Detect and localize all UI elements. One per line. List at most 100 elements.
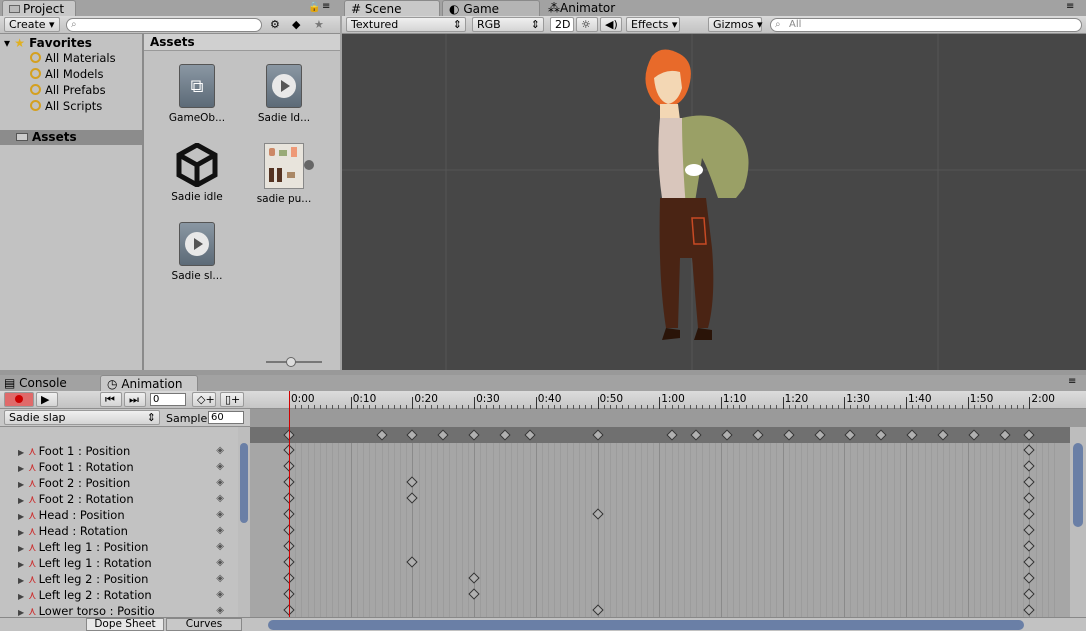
add-key-icon[interactable]: ◈ — [216, 587, 224, 603]
summary-keyframe[interactable] — [937, 429, 949, 441]
add-key-icon[interactable]: ◈ — [216, 555, 224, 571]
property-row[interactable]: ▶ ⋏ Left leg 1 : Position ◈ — [0, 539, 234, 555]
property-row[interactable]: ▶ ⋏ Left leg 2 : Position ◈ — [0, 571, 234, 587]
tab-console[interactable]: ▤ Console — [4, 375, 67, 391]
tab-project[interactable]: Project — [2, 0, 76, 16]
property-row[interactable]: ▶ ⋏ Head : Position ◈ — [0, 507, 234, 523]
keyframe[interactable] — [591, 508, 604, 520]
favorite-all-materials[interactable]: All Materials — [30, 51, 116, 66]
property-row[interactable]: ▶ ⋏ Left leg 1 : Rotation ◈ — [0, 555, 234, 571]
property-row[interactable]: ▶ ⋏ Foot 1 : Position ◈ — [0, 443, 234, 459]
summary-keyframe[interactable] — [813, 429, 826, 441]
add-keyframe-button[interactable]: ◇+ — [192, 392, 216, 407]
favorite-all-models[interactable]: All Models — [30, 67, 103, 82]
keyframe[interactable] — [468, 572, 480, 584]
keyframe[interactable] — [1023, 476, 1036, 488]
expand-arrow-icon[interactable]: ▶ — [18, 608, 24, 617]
asset-sadie-sprite[interactable]: sadie pu... — [249, 143, 319, 205]
slider-handle[interactable] — [286, 357, 296, 367]
thumbnail-size-slider[interactable] — [266, 357, 322, 367]
panel-menu-icon[interactable]: ≡ — [1066, 1, 1074, 12]
2d-toggle[interactable]: 2D — [550, 17, 574, 32]
keyframe[interactable] — [1023, 556, 1036, 568]
property-scrollbar[interactable] — [238, 427, 250, 617]
channel-dropdown[interactable]: RGB ⇕ — [472, 17, 544, 32]
keyframe[interactable] — [1023, 588, 1036, 600]
keyframe[interactable] — [1023, 460, 1036, 472]
expand-arrow-icon[interactable]: ▶ — [18, 448, 24, 457]
summary-keyframe[interactable] — [468, 429, 480, 441]
summary-keyframe[interactable] — [875, 429, 887, 441]
keyframe[interactable] — [406, 556, 419, 568]
add-key-icon[interactable]: ◈ — [216, 603, 224, 617]
summary-keyframe[interactable] — [999, 429, 1011, 441]
summary-keyframe[interactable] — [906, 429, 918, 441]
summary-keyframe[interactable] — [665, 429, 678, 441]
add-key-icon[interactable]: ◈ — [216, 507, 224, 523]
add-key-icon[interactable]: ◈ — [216, 459, 224, 475]
property-row[interactable]: ▶ ⋏ Lower torso : Positio ◈ — [0, 603, 234, 617]
summary-keyframe[interactable] — [437, 429, 449, 441]
play-button[interactable]: ▶ — [36, 392, 58, 407]
filter-type-icon[interactable]: ⚙ — [270, 18, 280, 31]
timeline-ruler[interactable]: 0:00 0:10 0:20 0:30 0:40 0:50 1:00 1:10 1:20 1:30… — [250, 391, 1086, 409]
keyframe[interactable] — [406, 476, 419, 488]
summary-keyframe[interactable] — [591, 429, 604, 441]
playhead[interactable] — [289, 391, 290, 617]
property-row[interactable]: ▶ ⋏ Left leg 2 : Rotation ◈ — [0, 587, 234, 603]
favorites-header[interactable]: ▾ ★ Favorites — [4, 36, 92, 50]
asset-sadie-slap-clip[interactable]: Sadie sl... — [162, 222, 232, 282]
dopesheet-grid[interactable] — [250, 443, 1070, 617]
favorite-all-prefabs[interactable]: All Prefabs — [30, 83, 106, 98]
expand-arrow-icon[interactable]: ▶ — [18, 512, 24, 521]
pivot-hand-icon[interactable] — [682, 162, 706, 178]
summary-keyframe[interactable] — [499, 429, 511, 441]
add-key-icon[interactable]: ◈ — [216, 571, 224, 587]
assets-folder-item[interactable]: Assets — [0, 130, 142, 145]
timeline-event-strip[interactable] — [250, 409, 1086, 427]
tab-curves[interactable]: Curves — [166, 618, 242, 631]
summary-keyframe[interactable] — [1023, 429, 1036, 441]
summary-keyframe[interactable] — [844, 429, 857, 441]
summary-keyframe[interactable] — [783, 429, 795, 441]
keyframe[interactable] — [1023, 524, 1036, 536]
expand-sprite-icon[interactable] — [304, 160, 314, 170]
keyframe[interactable] — [406, 492, 419, 504]
keyframe[interactable] — [1023, 540, 1036, 552]
keyframe[interactable] — [468, 588, 480, 600]
summary-keyframe[interactable] — [406, 429, 419, 441]
shading-mode-dropdown[interactable]: Textured ⇕ — [346, 17, 466, 32]
expand-arrow-icon[interactable]: ▶ — [18, 592, 24, 601]
lighting-toggle-icon[interactable]: ☼ — [576, 17, 598, 32]
audio-toggle-icon[interactable]: ◀) — [600, 17, 622, 32]
keyframe[interactable] — [1023, 572, 1036, 584]
expand-arrow-icon[interactable]: ▶ — [18, 544, 24, 553]
prev-keyframe-button[interactable]: ⏮ — [100, 392, 122, 407]
panel-menu-icon[interactable]: ≡ — [1068, 376, 1076, 387]
filter-label-icon[interactable]: ◆ — [292, 18, 300, 31]
summary-keyframe[interactable] — [690, 429, 702, 441]
tab-dope-sheet[interactable]: Dope Sheet — [86, 618, 164, 631]
scene-search-input[interactable]: ⌕ All — [770, 18, 1082, 32]
effects-dropdown[interactable]: Effects ▾ — [626, 17, 680, 32]
tab-game[interactable]: ◐ Game — [442, 0, 540, 16]
property-row[interactable]: ▶ ⋏ Head : Rotation ◈ — [0, 523, 234, 539]
dopesheet-vscrollbar[interactable] — [1070, 427, 1086, 617]
keyframe[interactable] — [1023, 508, 1036, 520]
summary-keyframe[interactable] — [375, 429, 388, 441]
asset-sadie-idle[interactable]: Sadie idle — [162, 142, 232, 203]
keyframe[interactable] — [1023, 604, 1036, 616]
keyframe[interactable] — [591, 604, 604, 616]
summary-keyframe[interactable] — [968, 429, 980, 441]
property-row[interactable]: ▶ ⋏ Foot 1 : Rotation ◈ — [0, 459, 234, 475]
panel-menu-icon[interactable]: ≡ — [322, 1, 330, 12]
property-row[interactable]: ▶ ⋏ Foot 2 : Rotation ◈ — [0, 491, 234, 507]
favorite-star-icon[interactable]: ★ — [314, 18, 324, 31]
summary-keyframe[interactable] — [721, 429, 733, 441]
summary-keyframe[interactable] — [752, 429, 764, 441]
scrollbar-thumb[interactable] — [1073, 443, 1083, 527]
add-key-icon[interactable]: ◈ — [216, 491, 224, 507]
tab-animation[interactable]: ◷ Animation — [100, 375, 198, 391]
keyframe[interactable] — [1023, 492, 1036, 504]
clip-dropdown[interactable]: Sadie slap ⇕ — [4, 410, 160, 425]
